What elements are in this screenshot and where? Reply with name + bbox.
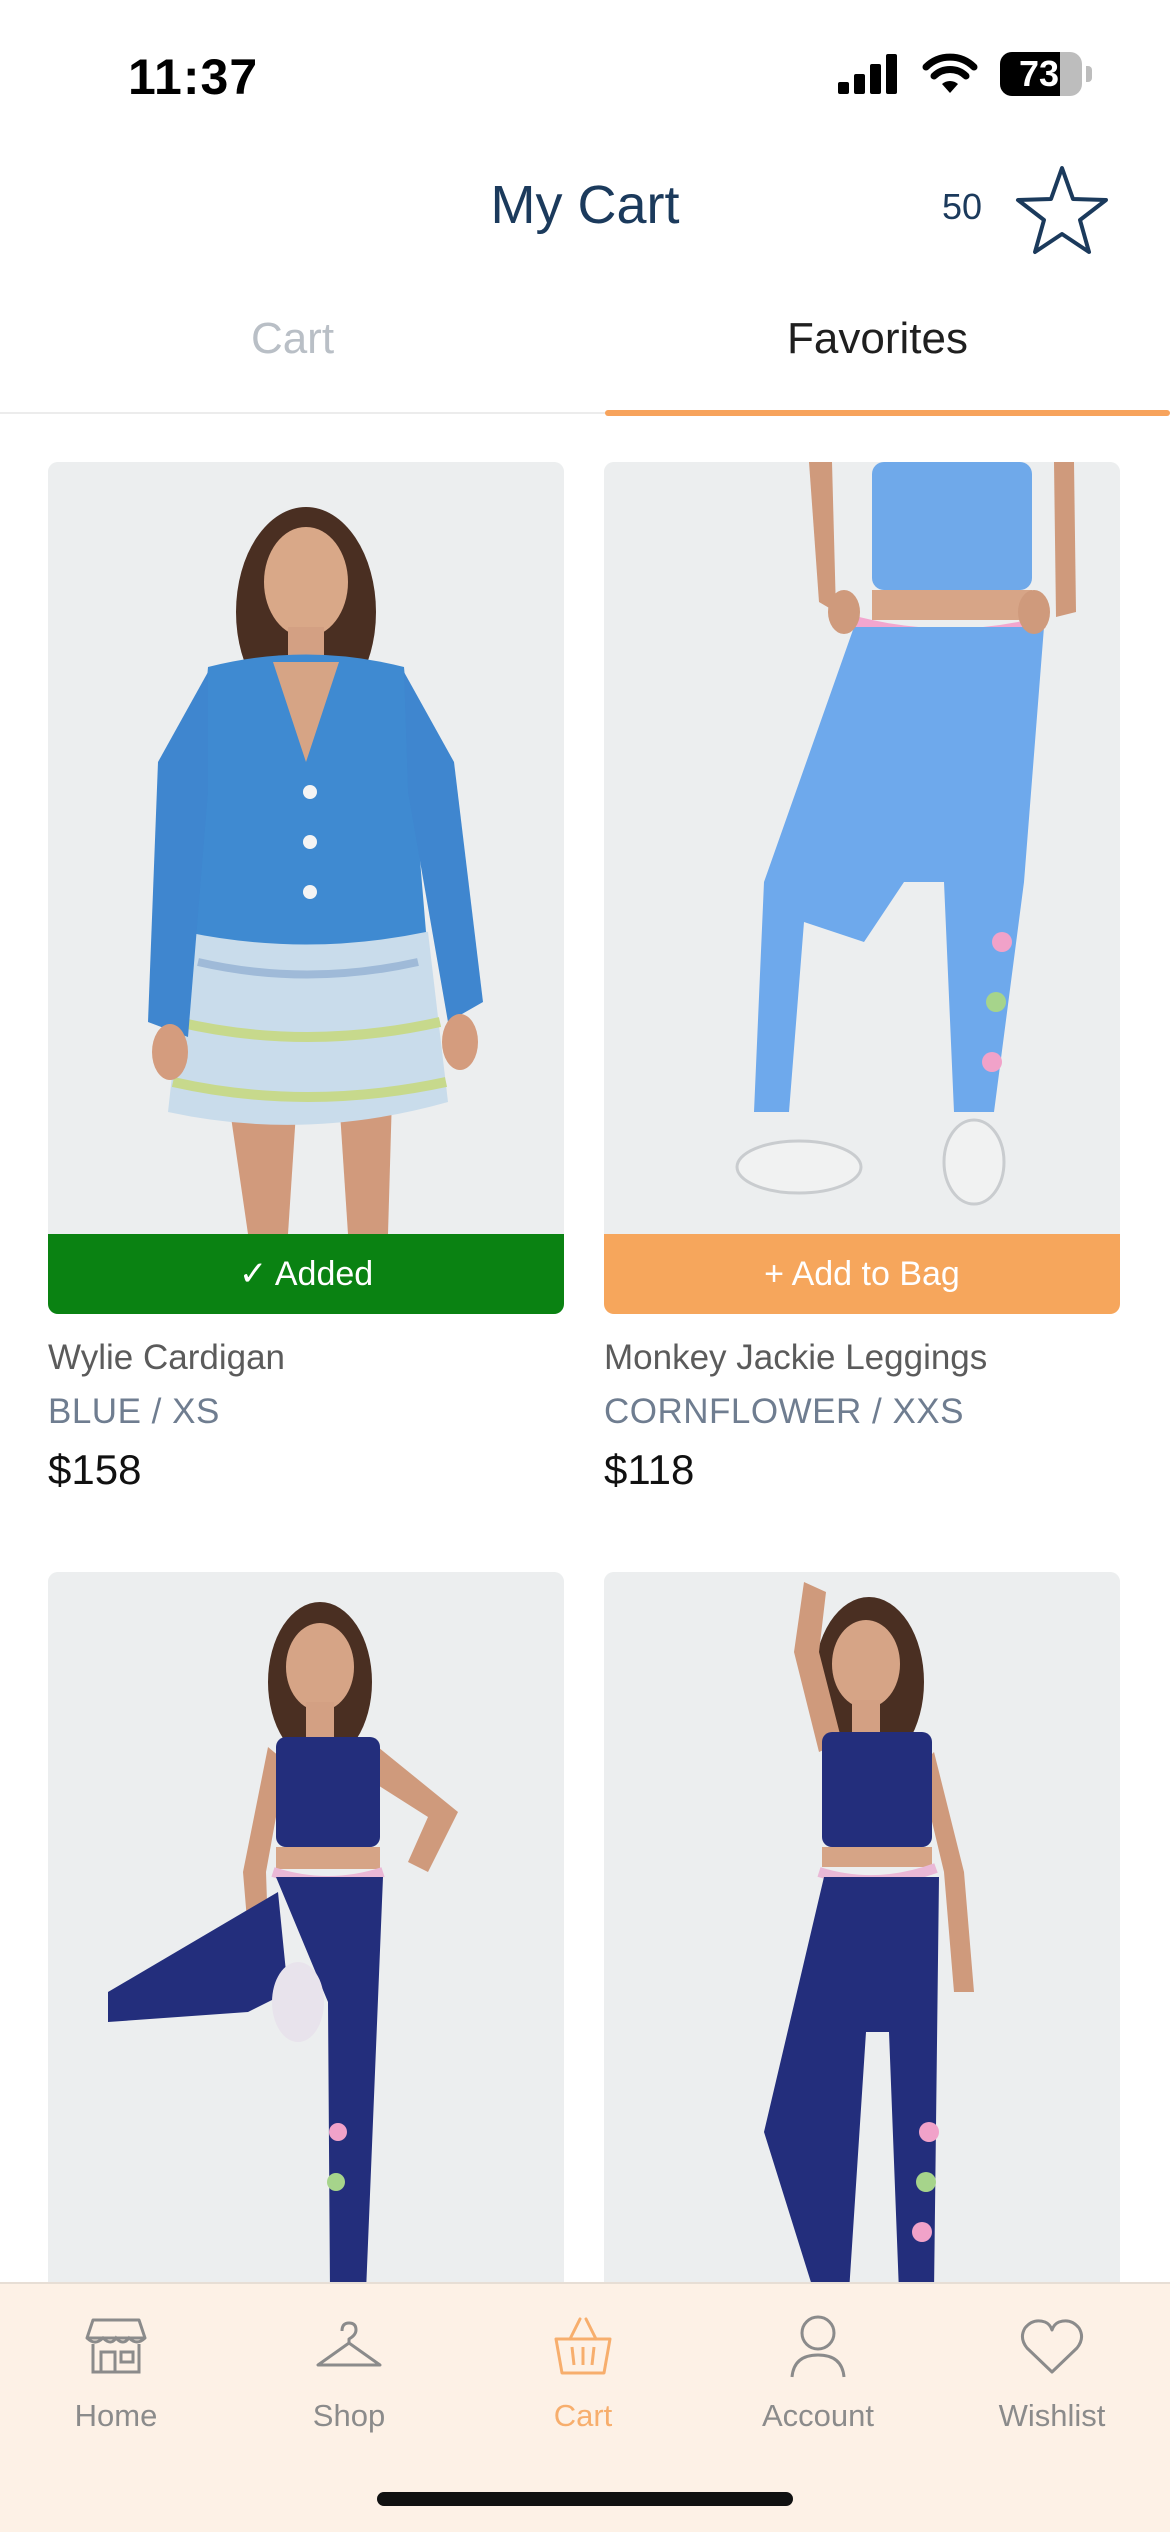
- nav-label: Shop: [312, 2398, 386, 2433]
- tab-cart[interactable]: Cart: [0, 290, 585, 412]
- hanger-icon: [316, 2321, 382, 2367]
- product-name[interactable]: Wylie Cardigan: [48, 1338, 285, 1378]
- person-icon: [790, 2315, 846, 2378]
- added-button[interactable]: ✓ Added: [48, 1234, 564, 1314]
- product-variant: BLUE / XS: [48, 1392, 220, 1431]
- battery-nub: [1086, 66, 1092, 82]
- nav-label: Account: [761, 2398, 874, 2433]
- nav-label: Wishlist: [998, 2398, 1106, 2433]
- header: My Cart 50: [0, 150, 1170, 270]
- wifi-icon: [922, 53, 978, 93]
- store-icon: [85, 2318, 147, 2374]
- product-variant: CORNFLOWER / XXS: [604, 1392, 964, 1431]
- product-image[interactable]: [604, 1572, 1120, 2292]
- status-bar: 11:37 73: [0, 0, 1170, 140]
- bottom-nav: Home Shop Cart Account Wishlist: [0, 2282, 1170, 2532]
- basket-icon: [554, 2317, 612, 2375]
- tab-favorites[interactable]: Favorites: [585, 290, 1170, 416]
- nav-home[interactable]: Home: [16, 2306, 216, 2434]
- star-icon[interactable]: [1012, 162, 1112, 258]
- page-title: My Cart: [490, 175, 680, 235]
- nav-wishlist[interactable]: Wishlist: [952, 2306, 1152, 2434]
- home-indicator: [377, 2492, 793, 2506]
- battery-level: 73: [1018, 53, 1060, 94]
- product-image[interactable]: [48, 1572, 564, 2292]
- status-time: 11:37: [128, 49, 259, 105]
- product-name[interactable]: Monkey Jackie Leggings: [604, 1338, 987, 1378]
- favorites-count: 50: [942, 186, 983, 227]
- product-image[interactable]: [48, 462, 564, 1234]
- nav-shop[interactable]: Shop: [249, 2306, 449, 2434]
- add-to-bag-button[interactable]: + Add to Bag: [604, 1234, 1120, 1314]
- battery-icon: 73: [1000, 52, 1082, 96]
- product-image[interactable]: [604, 462, 1120, 1234]
- nav-account[interactable]: Account: [718, 2306, 918, 2434]
- nav-label: Cart: [553, 2398, 613, 2433]
- signal-icon: [838, 54, 897, 94]
- status-icons: 73: [838, 52, 1092, 96]
- nav-label: Home: [74, 2398, 158, 2433]
- tab-bar: Cart Favorites: [0, 290, 1170, 416]
- nav-cart[interactable]: Cart: [483, 2306, 683, 2434]
- product-price: $118: [604, 1446, 695, 1493]
- heart-icon: [1020, 2319, 1084, 2374]
- product-price: $158: [48, 1446, 142, 1493]
